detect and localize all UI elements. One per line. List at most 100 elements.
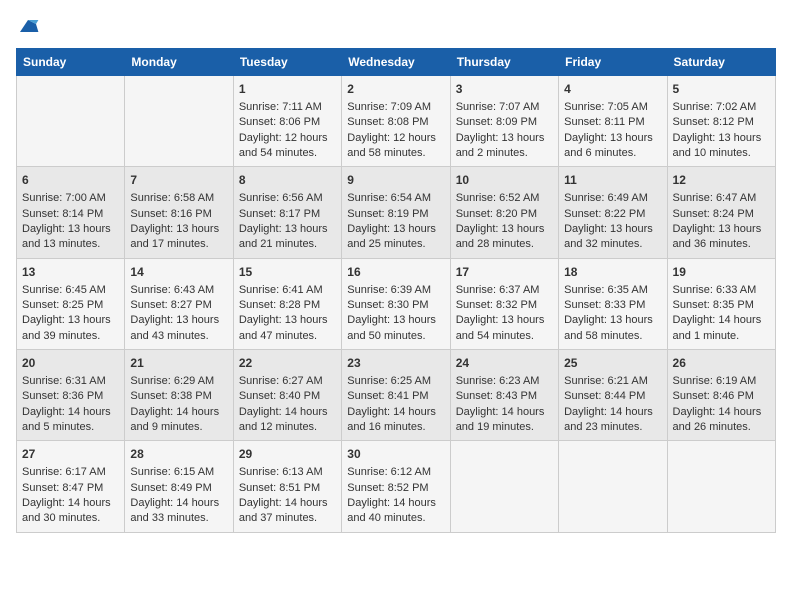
cell-w4-d7: 26Sunrise: 6:19 AMSunset: 8:46 PMDayligh…: [667, 350, 775, 441]
week-row-1: 1Sunrise: 7:11 AMSunset: 8:06 PMDaylight…: [17, 76, 776, 167]
day-detail: Daylight: 14 hours: [564, 405, 661, 420]
day-detail: Sunrise: 6:17 AM: [22, 465, 119, 480]
day-detail: Sunrise: 7:11 AM: [239, 100, 336, 115]
day-detail: Daylight: 14 hours: [239, 496, 336, 511]
day-detail: and 13 minutes.: [22, 237, 119, 252]
week-row-4: 20Sunrise: 6:31 AMSunset: 8:36 PMDayligh…: [17, 350, 776, 441]
day-detail: Sunset: 8:49 PM: [130, 481, 227, 496]
cell-w1-d5: 3Sunrise: 7:07 AMSunset: 8:09 PMDaylight…: [450, 76, 558, 167]
day-number: 23: [347, 355, 444, 372]
day-detail: Daylight: 13 hours: [456, 313, 553, 328]
day-number: 29: [239, 446, 336, 463]
day-detail: Sunrise: 6:56 AM: [239, 191, 336, 206]
week-row-3: 13Sunrise: 6:45 AMSunset: 8:25 PMDayligh…: [17, 258, 776, 349]
day-number: 7: [130, 172, 227, 189]
cell-w1-d4: 2Sunrise: 7:09 AMSunset: 8:08 PMDaylight…: [342, 76, 450, 167]
cell-w1-d2: [125, 76, 233, 167]
day-detail: Sunrise: 7:00 AM: [22, 191, 119, 206]
day-detail: Sunset: 8:09 PM: [456, 115, 553, 130]
day-detail: Sunset: 8:24 PM: [673, 207, 770, 222]
day-detail: Sunrise: 6:49 AM: [564, 191, 661, 206]
day-number: 18: [564, 264, 661, 281]
day-detail: and 21 minutes.: [239, 237, 336, 252]
cell-w4-d6: 25Sunrise: 6:21 AMSunset: 8:44 PMDayligh…: [559, 350, 667, 441]
header-monday: Monday: [125, 49, 233, 76]
cell-w2-d7: 12Sunrise: 6:47 AMSunset: 8:24 PMDayligh…: [667, 167, 775, 258]
cell-w3-d7: 19Sunrise: 6:33 AMSunset: 8:35 PMDayligh…: [667, 258, 775, 349]
day-detail: Daylight: 13 hours: [239, 313, 336, 328]
day-detail: Daylight: 13 hours: [239, 222, 336, 237]
day-detail: Sunrise: 6:12 AM: [347, 465, 444, 480]
day-detail: Daylight: 13 hours: [456, 131, 553, 146]
day-detail: Sunset: 8:06 PM: [239, 115, 336, 130]
day-detail: Sunset: 8:19 PM: [347, 207, 444, 222]
day-detail: and 26 minutes.: [673, 420, 770, 435]
cell-w4-d2: 21Sunrise: 6:29 AMSunset: 8:38 PMDayligh…: [125, 350, 233, 441]
week-row-5: 27Sunrise: 6:17 AMSunset: 8:47 PMDayligh…: [17, 441, 776, 532]
day-detail: Daylight: 13 hours: [130, 313, 227, 328]
day-detail: Daylight: 12 hours: [239, 131, 336, 146]
day-number: 20: [22, 355, 119, 372]
day-detail: Daylight: 13 hours: [130, 222, 227, 237]
header-wednesday: Wednesday: [342, 49, 450, 76]
day-detail: Daylight: 13 hours: [456, 222, 553, 237]
day-detail: Sunrise: 6:45 AM: [22, 283, 119, 298]
page-header: [16, 16, 776, 36]
day-detail: Daylight: 13 hours: [22, 313, 119, 328]
cell-w3-d5: 17Sunrise: 6:37 AMSunset: 8:32 PMDayligh…: [450, 258, 558, 349]
cell-w3-d4: 16Sunrise: 6:39 AMSunset: 8:30 PMDayligh…: [342, 258, 450, 349]
day-detail: Sunrise: 6:52 AM: [456, 191, 553, 206]
day-detail: Daylight: 13 hours: [22, 222, 119, 237]
day-detail: Sunrise: 6:37 AM: [456, 283, 553, 298]
day-detail: Daylight: 14 hours: [456, 405, 553, 420]
day-number: 6: [22, 172, 119, 189]
day-number: 22: [239, 355, 336, 372]
day-number: 3: [456, 81, 553, 98]
day-detail: Sunset: 8:38 PM: [130, 389, 227, 404]
day-detail: and 23 minutes.: [564, 420, 661, 435]
day-detail: Sunrise: 6:29 AM: [130, 374, 227, 389]
day-detail: Daylight: 14 hours: [22, 496, 119, 511]
header-tuesday: Tuesday: [233, 49, 341, 76]
cell-w1-d1: [17, 76, 125, 167]
cell-w1-d6: 4Sunrise: 7:05 AMSunset: 8:11 PMDaylight…: [559, 76, 667, 167]
day-detail: Daylight: 14 hours: [673, 405, 770, 420]
day-number: 5: [673, 81, 770, 98]
day-detail: Sunset: 8:28 PM: [239, 298, 336, 313]
day-detail: Sunrise: 6:13 AM: [239, 465, 336, 480]
day-detail: and 54 minutes.: [456, 329, 553, 344]
day-detail: and 37 minutes.: [239, 511, 336, 526]
cell-w3-d6: 18Sunrise: 6:35 AMSunset: 8:33 PMDayligh…: [559, 258, 667, 349]
day-detail: Daylight: 13 hours: [564, 222, 661, 237]
day-detail: and 43 minutes.: [130, 329, 227, 344]
day-detail: Sunrise: 6:27 AM: [239, 374, 336, 389]
day-detail: Sunrise: 7:05 AM: [564, 100, 661, 115]
day-detail: and 2 minutes.: [456, 146, 553, 161]
day-detail: Daylight: 13 hours: [347, 313, 444, 328]
week-row-2: 6Sunrise: 7:00 AMSunset: 8:14 PMDaylight…: [17, 167, 776, 258]
day-detail: Sunrise: 6:23 AM: [456, 374, 553, 389]
day-detail: Sunset: 8:11 PM: [564, 115, 661, 130]
day-detail: and 40 minutes.: [347, 511, 444, 526]
logo: [16, 16, 44, 36]
day-detail: and 36 minutes.: [673, 237, 770, 252]
cell-w5-d4: 30Sunrise: 6:12 AMSunset: 8:52 PMDayligh…: [342, 441, 450, 532]
day-number: 12: [673, 172, 770, 189]
day-detail: Sunset: 8:27 PM: [130, 298, 227, 313]
cell-w5-d2: 28Sunrise: 6:15 AMSunset: 8:49 PMDayligh…: [125, 441, 233, 532]
day-detail: Daylight: 12 hours: [347, 131, 444, 146]
day-number: 25: [564, 355, 661, 372]
day-detail: and 5 minutes.: [22, 420, 119, 435]
day-detail: and 47 minutes.: [239, 329, 336, 344]
cell-w4-d3: 22Sunrise: 6:27 AMSunset: 8:40 PMDayligh…: [233, 350, 341, 441]
day-number: 11: [564, 172, 661, 189]
day-detail: and 1 minute.: [673, 329, 770, 344]
day-detail: Sunset: 8:40 PM: [239, 389, 336, 404]
day-detail: and 33 minutes.: [130, 511, 227, 526]
day-detail: Sunset: 8:33 PM: [564, 298, 661, 313]
logo-icon: [16, 16, 40, 36]
day-detail: and 19 minutes.: [456, 420, 553, 435]
day-detail: Sunset: 8:30 PM: [347, 298, 444, 313]
day-number: 14: [130, 264, 227, 281]
cell-w4-d1: 20Sunrise: 6:31 AMSunset: 8:36 PMDayligh…: [17, 350, 125, 441]
